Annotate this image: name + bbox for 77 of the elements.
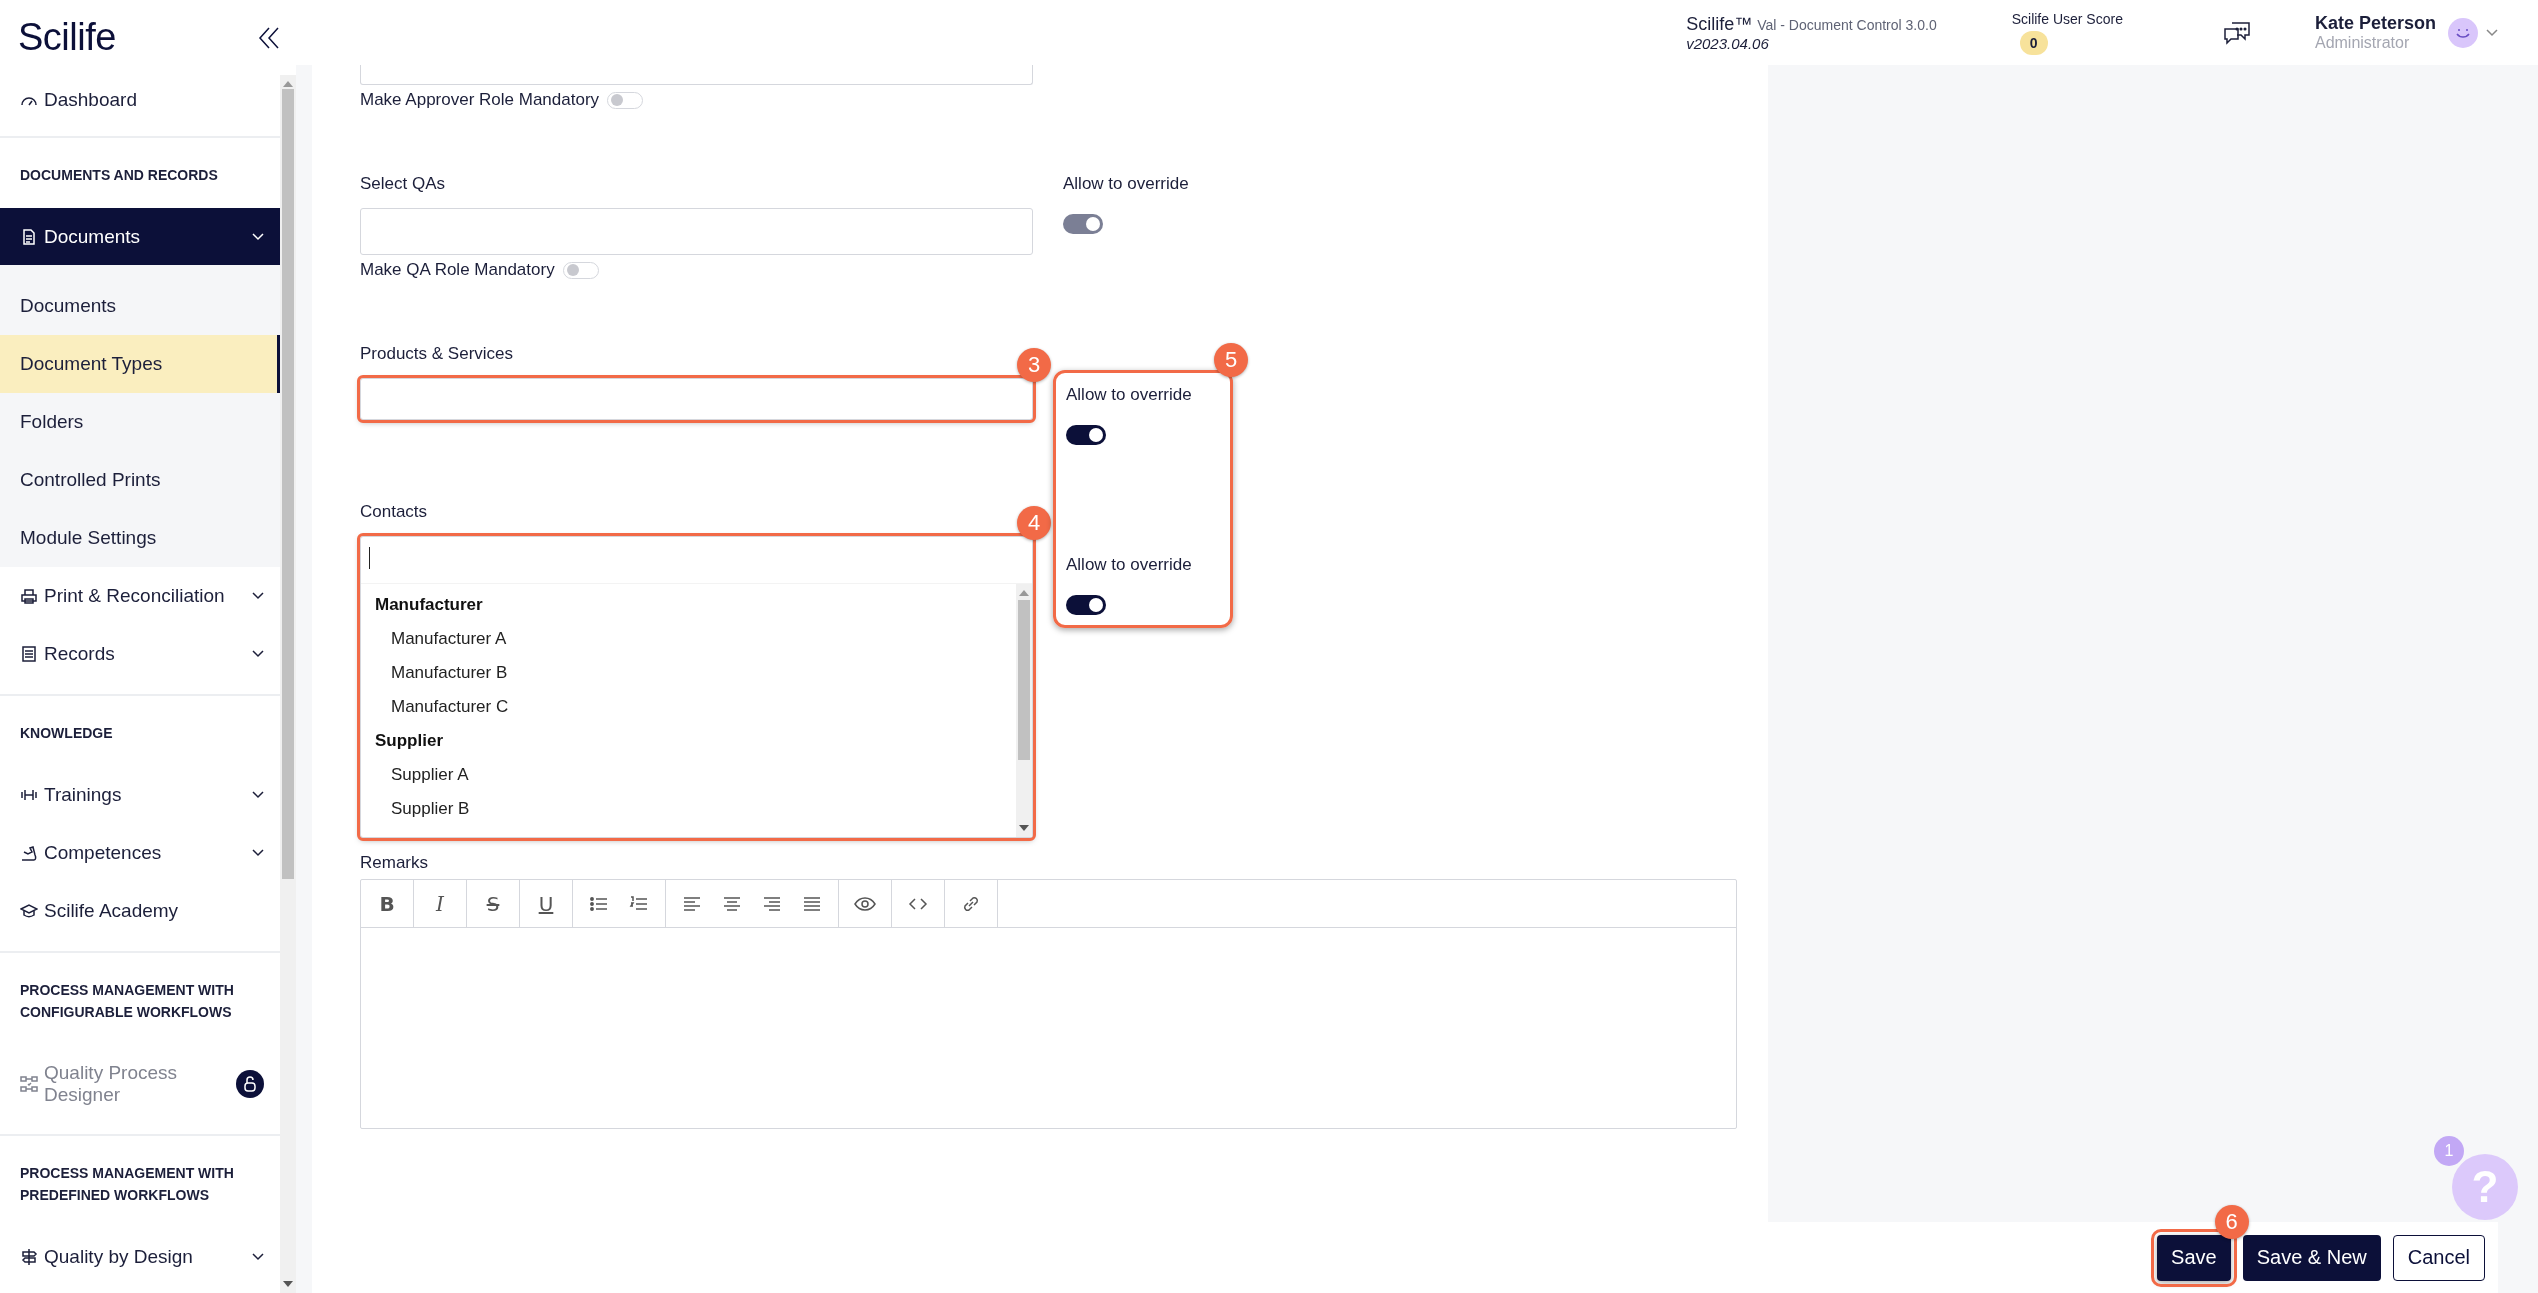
nav-item[interactable]: Records <box>0 625 280 683</box>
score-badge: 0 <box>2019 30 2048 55</box>
flexed-arm-icon <box>20 844 38 862</box>
field-label: Select QAs <box>360 173 447 195</box>
strike-button[interactable]: S <box>473 880 513 927</box>
user-role: Administrator <box>2314 34 2411 52</box>
user-name: Kate Peterson <box>2314 13 2436 34</box>
nav-subitem[interactable]: Module Settings <box>0 509 280 567</box>
nav-item[interactable]: Quality Process Designer <box>0 1045 280 1123</box>
option-group-label: Manufacturer <box>374 594 484 616</box>
dropdown-option[interactable]: Manufacturer B <box>361 656 1016 690</box>
nav-item[interactable]: Competences <box>0 824 280 882</box>
nav-item[interactable]: Scilife Academy <box>0 882 280 940</box>
nav-item[interactable]: Dashboard <box>0 75 280 125</box>
product-name: Scilife™ <box>1686 13 1753 35</box>
chevron-down-icon <box>252 232 264 241</box>
rich-text-editor[interactable]: B I S U <box>360 879 1737 1129</box>
module-name: Val - Document Control 3.0.0 <box>1757 16 1937 33</box>
toggle-label: Allow to override <box>1066 384 1192 406</box>
callout-number: 3 <box>1017 348 1051 382</box>
input-field[interactable] <box>360 208 1033 255</box>
avatar-icon[interactable] <box>2448 17 2478 48</box>
logo[interactable]: Scilife <box>18 16 116 59</box>
chat-icon[interactable] <box>2222 19 2251 46</box>
document-icon <box>20 227 38 246</box>
callout-number: 4 <box>1017 506 1051 540</box>
toggle-switch[interactable] <box>1066 425 1106 445</box>
chevron-down-icon <box>252 650 264 658</box>
nav-subitem[interactable]: Document Types <box>0 335 280 393</box>
action-button[interactable]: Cancel <box>2392 1234 2485 1281</box>
action-button[interactable]: Save & New <box>2242 1234 2381 1281</box>
italic-button[interactable]: I <box>420 880 460 927</box>
field-label: Remarks <box>360 852 429 874</box>
underline-button[interactable]: U <box>526 880 566 927</box>
callout-number: 6 <box>2214 1204 2249 1239</box>
dropdown-option[interactable]: Manufacturer A <box>361 622 1016 656</box>
toggle-switch[interactable] <box>562 261 599 279</box>
caret-icon[interactable] <box>2486 28 2498 37</box>
field-label: Products & Services <box>360 343 515 365</box>
toggle-label: Allow to override <box>1066 554 1192 576</box>
nav-subitem[interactable]: Controlled Prints <box>0 451 280 509</box>
option-group-label: Supplier <box>374 730 444 752</box>
input-field[interactable] <box>360 65 1033 85</box>
nav-item[interactable]: Quality by Design <box>0 1228 280 1286</box>
toggle-switch[interactable] <box>607 91 644 109</box>
list-icon <box>20 645 38 663</box>
input-field[interactable] <box>360 378 1033 420</box>
score-label: Scilife User Score <box>2011 10 2123 27</box>
toggle-label: Allow to override <box>1063 173 1189 195</box>
nav-item[interactable]: Documents <box>0 208 280 265</box>
toggle-label: Make QA Role Mandatory <box>360 259 555 281</box>
version-text: v2023.04.06 <box>1686 34 1770 52</box>
callout-number: 5 <box>1214 343 1248 377</box>
nav-subitem[interactable]: Folders <box>0 393 280 451</box>
chevron-down-icon <box>252 791 264 799</box>
signpost-icon <box>20 1248 38 1266</box>
dropdown-field[interactable]: Manufacturer Manufacturer A Manufacturer B Manufacturer C Supplier Supplier A Supplier B <box>360 536 1033 838</box>
bold-button[interactable]: B <box>367 880 407 927</box>
scrollbar[interactable] <box>1016 584 1032 837</box>
dropdown-option[interactable]: Supplier B <box>361 792 1016 826</box>
chevron-down-icon <box>252 1253 264 1261</box>
chevron-down-icon <box>252 849 264 857</box>
printer-icon <box>20 587 38 605</box>
text-cursor <box>369 547 370 569</box>
field-label: Contacts <box>360 501 429 523</box>
dropdown-option[interactable]: Manufacturer C <box>361 690 1016 724</box>
graduation-cap-icon <box>20 902 38 920</box>
toggle-switch[interactable] <box>1066 595 1106 615</box>
nav-subitem[interactable]: Documents <box>0 277 280 335</box>
notification-badge: 1 <box>2434 1136 2464 1166</box>
dropdown-option[interactable]: Supplier A <box>361 758 1016 792</box>
toggle-label: Make Approver Role Mandatory <box>360 89 600 111</box>
workflow-icon <box>20 1075 38 1093</box>
chevron-down-icon <box>252 592 264 600</box>
nav-item[interactable]: Print & Reconciliation <box>0 567 280 625</box>
scrollbar[interactable] <box>280 75 296 1293</box>
nav-item[interactable]: Trainings <box>0 766 280 824</box>
